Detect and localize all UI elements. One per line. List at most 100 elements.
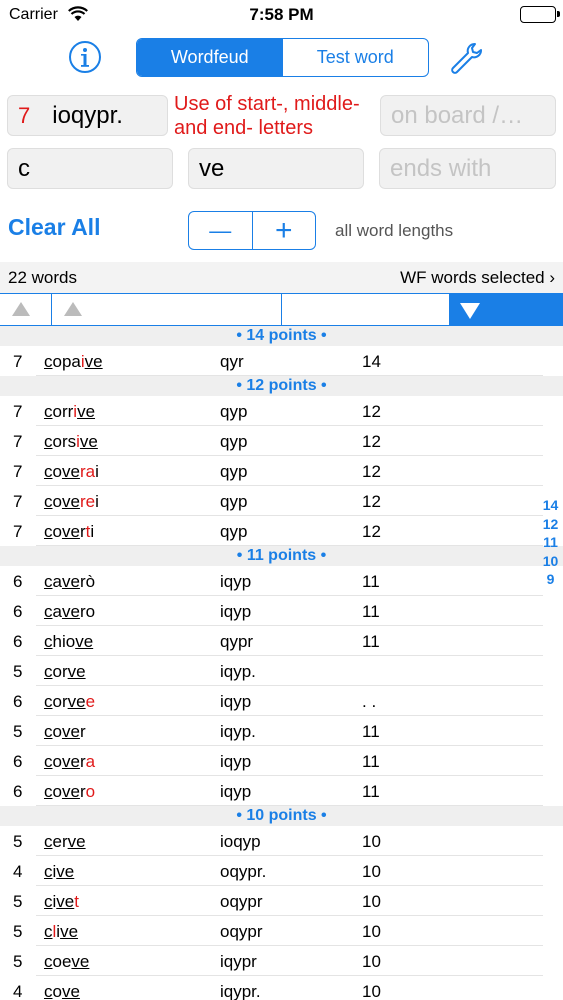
word-row[interactable]: 6 covero iqyp 11 xyxy=(0,776,563,806)
word-row[interactable]: 7 corrive qyp 12 xyxy=(0,396,563,426)
letters-value: ioqypr. xyxy=(52,101,123,129)
sort-ascending-icon xyxy=(64,302,82,316)
word-row[interactable]: 4 cove iqypr. 10 xyxy=(0,976,563,1000)
word-points: 11 xyxy=(362,722,380,741)
word-points: 11 xyxy=(362,752,380,771)
word-row[interactable]: 7 coverai qyp 12 xyxy=(0,456,563,486)
word-length: 7 xyxy=(13,492,23,511)
section-index-item[interactable]: 9 xyxy=(538,570,563,589)
sort-by-rack-button[interactable] xyxy=(282,294,450,325)
word-text: civet xyxy=(44,892,79,911)
word-text: cavero xyxy=(44,602,96,621)
word-row[interactable]: 7 coverti qyp 12 xyxy=(0,516,563,546)
word-length: 7 xyxy=(13,352,23,371)
section-index-item[interactable]: 11 xyxy=(538,533,563,552)
word-points: 12 xyxy=(362,522,381,541)
info-icon[interactable] xyxy=(68,40,102,74)
word-points: 10 xyxy=(362,832,381,851)
word-points: 12 xyxy=(362,492,381,511)
word-row[interactable]: 6 covera iqyp 11 xyxy=(0,746,563,776)
starts-with-input[interactable]: c xyxy=(7,148,173,189)
section-index: 14 12 11 10 9 xyxy=(538,496,563,589)
decrement-button[interactable]: — xyxy=(189,212,252,249)
word-text: cover xyxy=(44,722,86,741)
rack-letters: qyp xyxy=(220,432,248,451)
word-text: copaive xyxy=(44,352,103,371)
rack-letters: iqyp xyxy=(220,602,252,621)
clear-all-button[interactable]: Clear All xyxy=(8,214,100,241)
word-row[interactable]: 6 caverò iqyp 11 xyxy=(0,566,563,596)
word-length: 7 xyxy=(13,432,23,451)
word-row[interactable]: 6 cavero iqyp 11 xyxy=(0,596,563,626)
word-row[interactable]: 5 cover iqyp. 11 xyxy=(0,716,563,746)
word-text: corvee xyxy=(44,692,96,711)
rack-letters: ioqyp xyxy=(220,832,261,851)
wf-words-selected-link[interactable]: WF words selected › xyxy=(400,268,555,288)
word-row[interactable]: 7 copaive qyr 14 xyxy=(0,346,563,376)
word-row[interactable]: 4 cive oqypr. 10 xyxy=(0,856,563,886)
word-points: 11 xyxy=(362,782,380,801)
word-text: chiove xyxy=(44,632,94,651)
word-length: 6 xyxy=(13,692,23,711)
wrench-icon[interactable] xyxy=(448,40,484,76)
word-length: 6 xyxy=(13,782,23,801)
sort-by-word-button[interactable] xyxy=(52,294,282,325)
word-points: 11 xyxy=(362,632,380,651)
tab-test-word[interactable]: Test word xyxy=(283,39,429,76)
word-text: coeve xyxy=(44,952,90,971)
letters-input[interactable]: 7 ioqypr. xyxy=(7,95,168,136)
word-length: 5 xyxy=(13,922,23,941)
on-board-input[interactable]: on board /… xyxy=(380,95,556,136)
battery-icon xyxy=(520,6,560,23)
word-points: 12 xyxy=(362,462,381,481)
rack-letters: qyp xyxy=(220,492,248,511)
rack-letters: qyp xyxy=(220,402,248,421)
word-row[interactable]: 5 cerve ioqyp 10 xyxy=(0,826,563,856)
word-row[interactable]: 5 clive oqypr 10 xyxy=(0,916,563,946)
sort-by-length-button[interactable] xyxy=(0,294,52,325)
sort-descending-icon xyxy=(460,303,480,319)
word-points: . . xyxy=(362,692,377,711)
word-points: 10 xyxy=(362,952,381,971)
rack-letters: oqypr. xyxy=(220,862,267,881)
word-length-stepper: — + xyxy=(188,211,316,250)
sort-by-points-button[interactable] xyxy=(450,294,563,325)
section-index-item[interactable]: 14 xyxy=(538,496,563,515)
tab-wordfeud[interactable]: Wordfeud xyxy=(137,39,283,76)
section-header: • 14 points • xyxy=(0,326,563,346)
word-row[interactable]: 5 corve iqyp. xyxy=(0,656,563,686)
section-header: • 12 points • xyxy=(0,376,563,396)
rack-letters: iqyp xyxy=(220,752,252,771)
rack-letters: iqypr xyxy=(220,952,257,971)
word-points: 11 xyxy=(362,602,380,621)
sort-ascending-icon xyxy=(12,302,30,316)
section-index-item[interactable]: 10 xyxy=(538,552,563,571)
word-length: 4 xyxy=(13,862,23,881)
word-points: 10 xyxy=(362,982,381,1000)
word-points: 14 xyxy=(362,352,381,371)
word-row[interactable]: 6 chiove qypr 11 xyxy=(0,626,563,656)
word-row[interactable]: 7 coverei qyp 12 xyxy=(0,486,563,516)
rack-letters: qypr xyxy=(220,632,254,651)
word-length-label: all word lengths xyxy=(335,221,454,240)
word-text: covero xyxy=(44,782,96,801)
word-points: 12 xyxy=(362,432,381,451)
word-count: 22 words xyxy=(8,268,77,287)
word-row[interactable]: 7 corsive qyp 12 xyxy=(0,426,563,456)
ends-with-input[interactable]: ends with xyxy=(379,148,556,189)
rack-letters: qyp xyxy=(220,462,248,481)
word-length: 7 xyxy=(13,522,23,541)
word-points: 12 xyxy=(362,402,381,421)
word-text: coverei xyxy=(44,492,99,511)
increment-button[interactable]: + xyxy=(251,212,316,249)
clock: 7:58 PM xyxy=(249,5,314,24)
word-row[interactable]: 6 corvee iqyp . . xyxy=(0,686,563,716)
word-row[interactable]: 5 coeve iqypr 10 xyxy=(0,946,563,976)
section-index-item[interactable]: 12 xyxy=(538,515,563,534)
contains-input[interactable]: ve xyxy=(188,148,364,189)
rack-letters: iqyp xyxy=(220,572,252,591)
word-row[interactable]: 5 civet oqypr 10 xyxy=(0,886,563,916)
word-length: 5 xyxy=(13,892,23,911)
rack-letters: iqyp xyxy=(220,692,252,711)
word-length: 6 xyxy=(13,752,23,771)
